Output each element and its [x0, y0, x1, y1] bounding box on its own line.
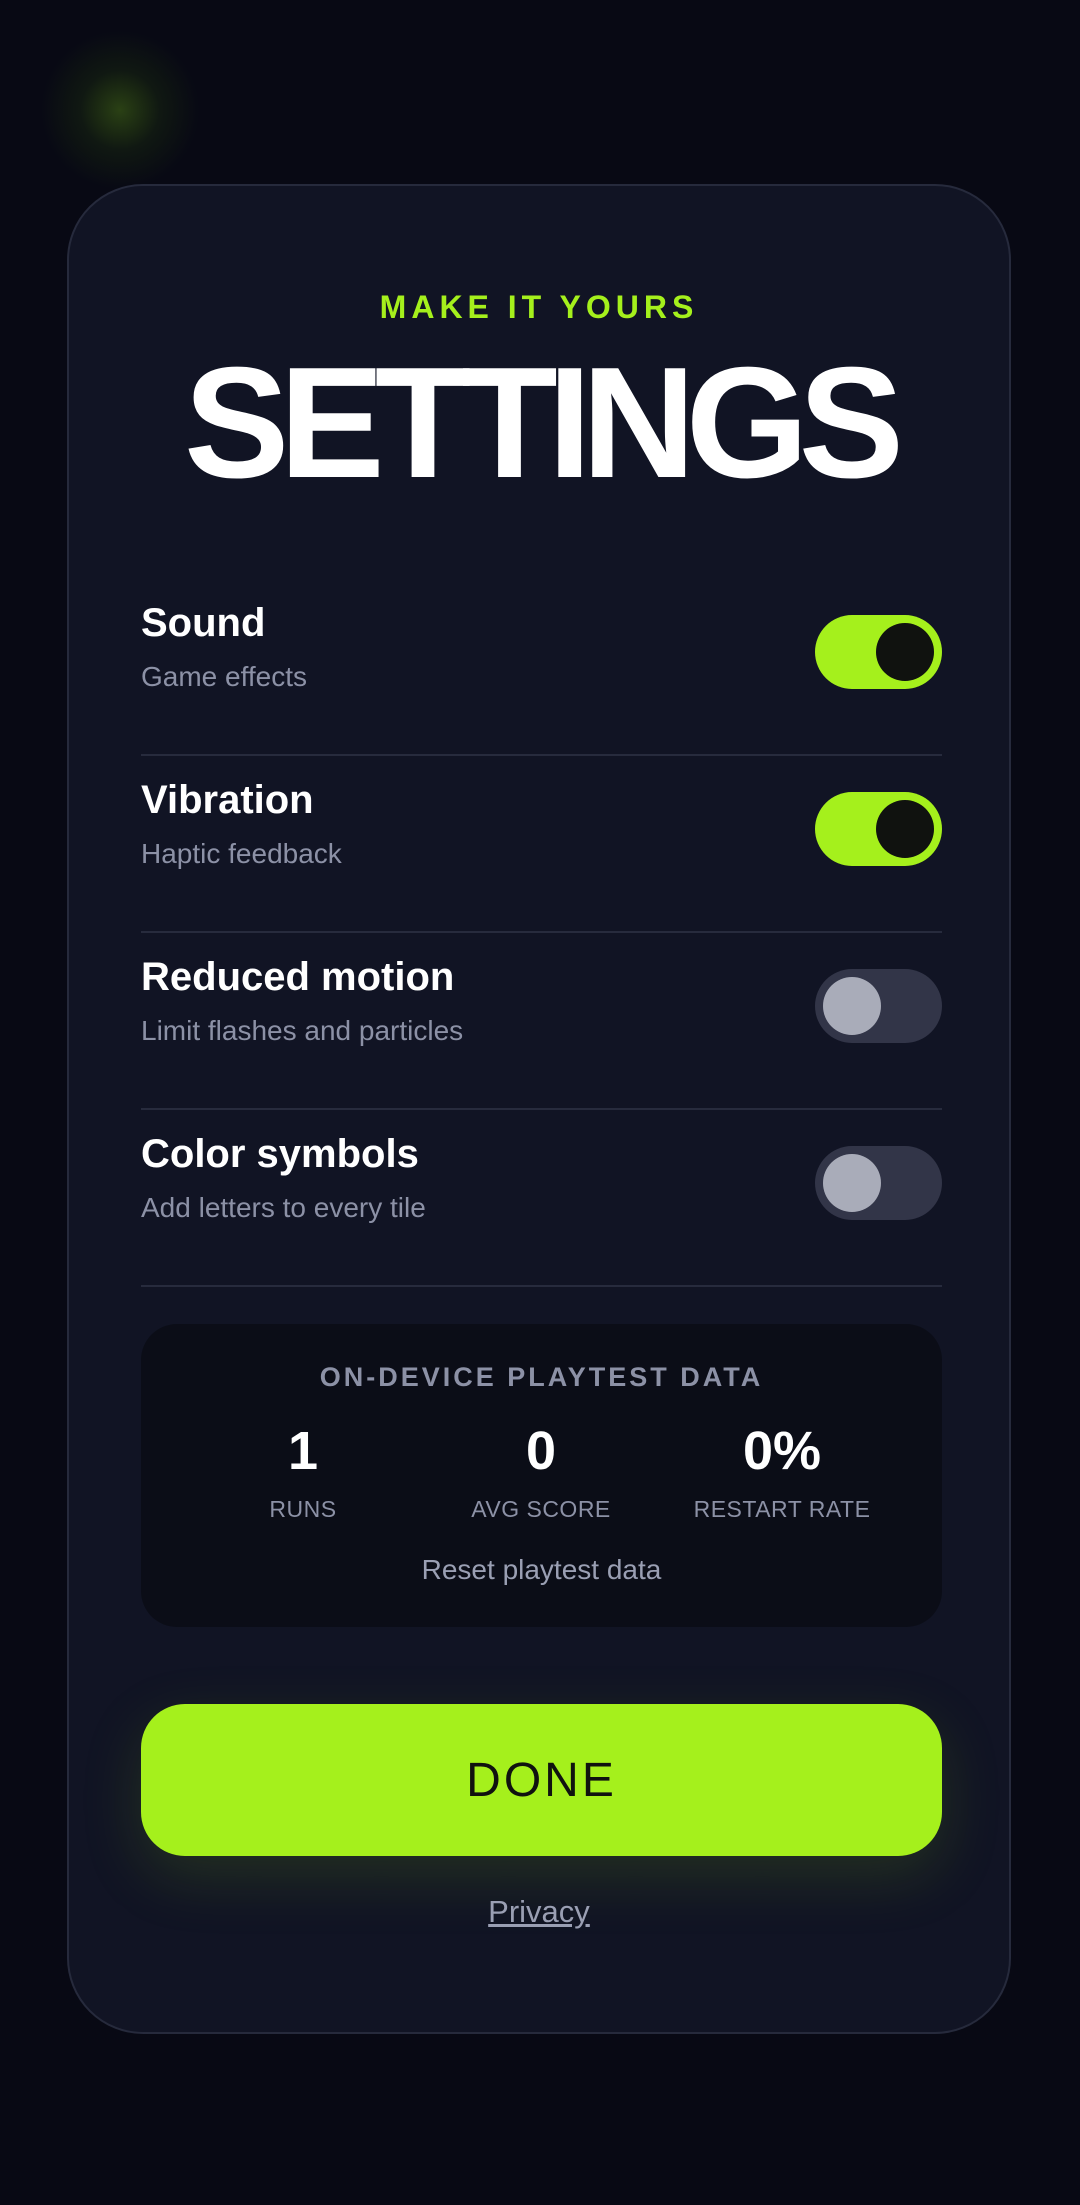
toggle-knob [823, 977, 881, 1035]
setting-label: Sound [141, 601, 266, 645]
done-button[interactable]: DONE [141, 1704, 942, 1856]
setting-description: Add letters to every tile [141, 1192, 426, 1223]
stat-label: AVG SCORE [471, 1496, 611, 1522]
stat-value: 0 [525, 1421, 557, 1481]
setting-row-reduced-motion: Reduced motion Limit flashes and particl… [141, 933, 942, 1110]
stat-label: RESTART RATE [693, 1496, 871, 1522]
setting-description: Haptic feedback [141, 838, 342, 869]
toggle-knob [876, 800, 934, 858]
stat-runs: 1 RUNS [183, 1424, 423, 1523]
settings-list: Sound Game effects Vibration Haptic feed… [141, 579, 942, 1287]
stat-label: RUNS [269, 1496, 337, 1522]
toggle-knob [823, 1154, 881, 1212]
vibration-toggle[interactable] [815, 792, 942, 866]
playtest-title: ON-DEVICE PLAYTEST DATA [319, 1362, 764, 1392]
setting-row-sound: Sound Game effects [141, 579, 942, 756]
setting-label: Reduced motion [141, 955, 455, 999]
color-symbols-toggle[interactable] [815, 1146, 942, 1220]
sound-toggle[interactable] [815, 615, 942, 689]
setting-label: Color symbols [141, 1132, 419, 1176]
page-title: SETTINGS [183, 335, 904, 511]
toggle-knob [876, 623, 934, 681]
reduced-motion-toggle[interactable] [815, 969, 942, 1043]
privacy-link[interactable]: Privacy [69, 1894, 1009, 1930]
eyebrow-text: MAKE IT YOURS [379, 289, 699, 325]
reset-playtest-link[interactable]: Reset playtest data [141, 1554, 942, 1586]
stat-avg-score: 0 AVG SCORE [421, 1424, 661, 1523]
stat-value: 0% [742, 1421, 822, 1481]
setting-row-vibration: Vibration Haptic feedback [141, 756, 942, 933]
background-glow [40, 30, 200, 190]
setting-description: Limit flashes and particles [141, 1015, 464, 1046]
stat-restart-rate: 0% RESTART RATE [662, 1424, 902, 1523]
settings-card: MAKE IT YOURS SETTINGS Sound Game effect… [67, 184, 1011, 2034]
stat-value: 1 [287, 1421, 319, 1481]
setting-row-color-symbols: Color symbols Add letters to every tile [141, 1110, 942, 1287]
playtest-stats-panel: ON-DEVICE PLAYTEST DATA 1 RUNS 0 AVG SCO… [141, 1324, 942, 1627]
setting-description: Game effects [141, 661, 308, 692]
setting-label: Vibration [141, 778, 314, 822]
